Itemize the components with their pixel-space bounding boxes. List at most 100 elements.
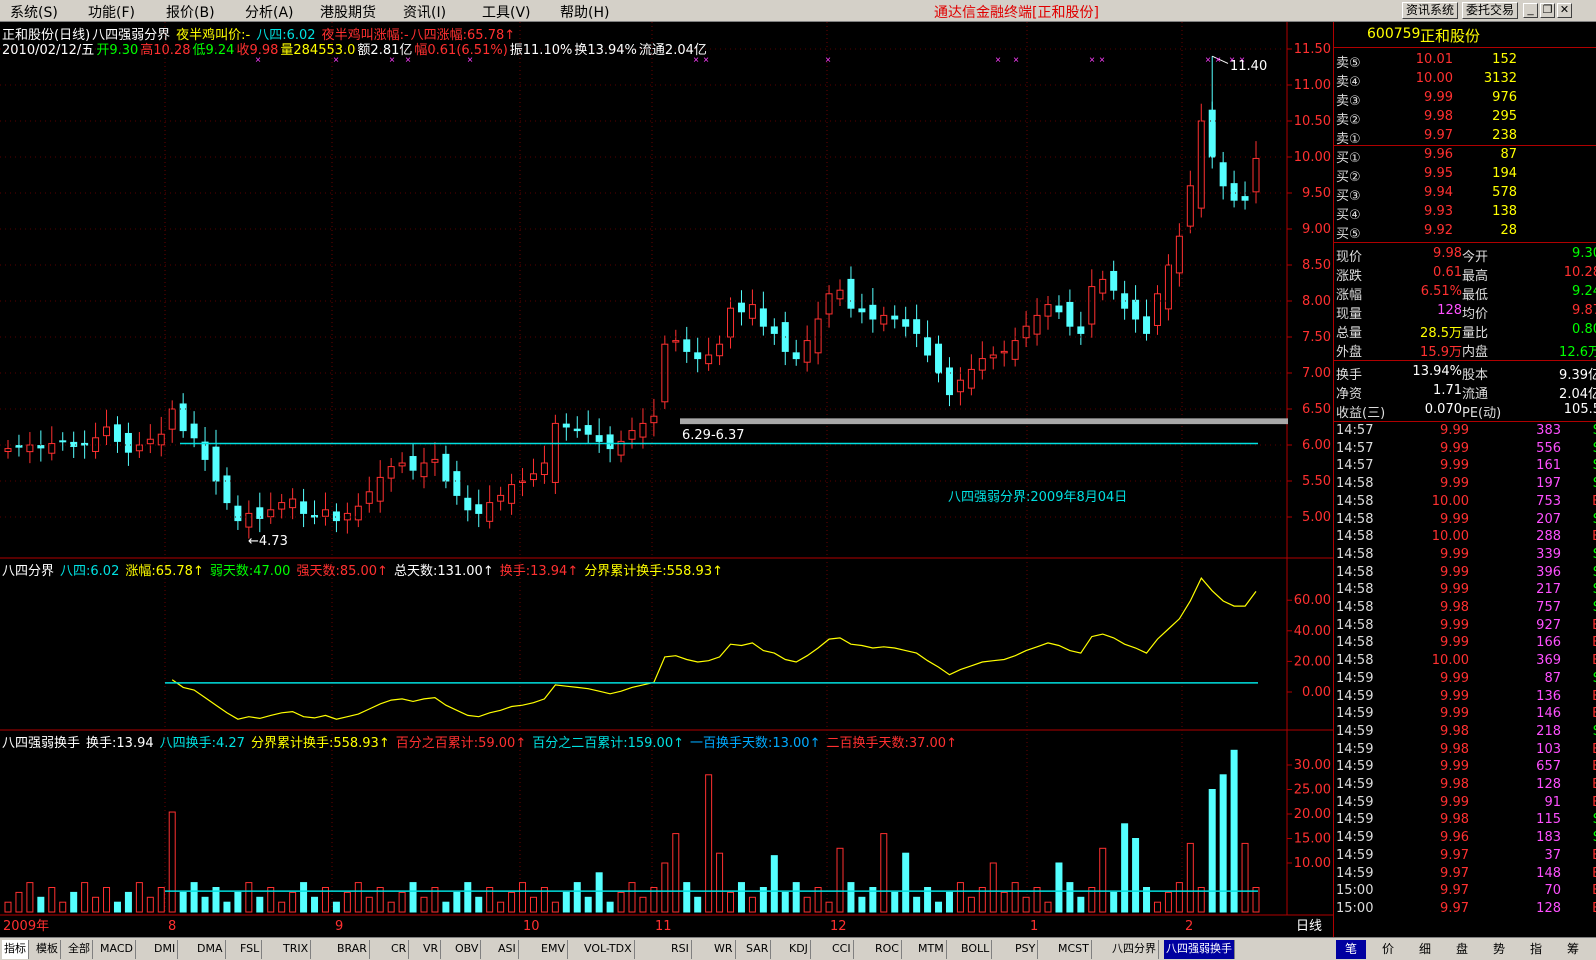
finance-label: 换手 bbox=[1336, 368, 1363, 383]
indicator-tab[interactable]: SAR bbox=[744, 940, 772, 959]
buy-level-row[interactable]: 买⑤ 9.92 28 bbox=[1334, 223, 1596, 242]
tick-price: 9.97 bbox=[1440, 865, 1469, 881]
turnover-bar bbox=[1121, 823, 1129, 913]
tick-price: 9.99 bbox=[1440, 423, 1469, 438]
indicator-tab[interactable]: DMA bbox=[195, 940, 226, 959]
menu-function[interactable]: 功能(F) bbox=[88, 2, 135, 22]
indicator-tab[interactable]: VR bbox=[421, 940, 442, 959]
panel-tab[interactable]: 笔 bbox=[1336, 940, 1366, 959]
tick-time: 14:58 bbox=[1336, 511, 1374, 527]
finance-row: 换手 13.94% 股本 9.39亿 bbox=[1334, 364, 1596, 383]
indicator-tab[interactable]: KDJ bbox=[787, 940, 811, 959]
candle-body bbox=[157, 433, 165, 446]
sell-level-row[interactable]: 卖④ 10.00 3132 bbox=[1334, 71, 1596, 90]
panel-tab[interactable]: 指 bbox=[1521, 940, 1551, 959]
menu-quote[interactable]: 报价(B) bbox=[166, 2, 215, 22]
buy-level-row[interactable]: 买① 9.96 87 bbox=[1334, 147, 1596, 166]
indicator-tab[interactable]: WR bbox=[712, 940, 736, 959]
close-icon[interactable]: ✕ bbox=[1557, 3, 1572, 18]
menu-help[interactable]: 帮助(H) bbox=[560, 2, 609, 22]
minimize-icon[interactable]: _ bbox=[1523, 3, 1538, 18]
indicator-tab[interactable]: EMV bbox=[539, 940, 568, 959]
indicator-tab[interactable]: BRAR bbox=[335, 940, 370, 959]
candle-body bbox=[508, 484, 516, 504]
candle-body bbox=[1132, 299, 1140, 320]
buy-level-row[interactable]: 买④ 9.93 138 bbox=[1334, 204, 1596, 223]
panel-tab[interactable]: 筹 bbox=[1558, 940, 1588, 959]
menu-tools[interactable]: 工具(V) bbox=[482, 2, 531, 22]
turnover-bar bbox=[617, 891, 625, 913]
tick-row: 14:599.96183S bbox=[1334, 830, 1596, 848]
menu-hk-futures[interactable]: 港股期货 bbox=[320, 2, 376, 22]
indicator-tab[interactable]: 模板 bbox=[34, 940, 61, 959]
tick-volume: 146 bbox=[1536, 706, 1561, 722]
candle-body bbox=[453, 471, 461, 496]
indicator-tab[interactable]: MACD bbox=[98, 940, 136, 959]
menu-info[interactable]: 资讯(I) bbox=[403, 2, 446, 22]
sell-level-row[interactable]: 卖⑤ 10.01 152 bbox=[1334, 52, 1596, 71]
finance-value: 9.39亿 bbox=[1559, 368, 1596, 383]
turnover-bar bbox=[672, 833, 680, 913]
date-axis-label: 12 bbox=[830, 919, 847, 934]
turnover-bar bbox=[464, 882, 472, 913]
candle-body bbox=[1022, 325, 1030, 339]
buy-volume: 194 bbox=[1492, 166, 1517, 181]
indicator-tab[interactable]: 八四分界 bbox=[1110, 940, 1159, 959]
tick-row: 14:59 9.99 146 B bbox=[1334, 706, 1596, 724]
indicator-tab[interactable]: PSY bbox=[1013, 940, 1039, 959]
menu-analysis[interactable]: 分析(A) bbox=[245, 2, 294, 22]
turnover-bar bbox=[332, 901, 340, 913]
indicator-tab[interactable]: 全部 bbox=[66, 940, 93, 959]
panel3-tick-label: 30.00 bbox=[1294, 758, 1331, 773]
indicator-tab[interactable]: 指标 bbox=[2, 940, 29, 959]
indicator-tab[interactable]: MTM bbox=[916, 940, 947, 959]
date-axis-label: 2 bbox=[1185, 919, 1193, 934]
tick-price: 9.97 bbox=[1440, 883, 1469, 899]
price-tick-label: 10.00 bbox=[1294, 150, 1331, 165]
indicator-tab[interactable]: BOLL bbox=[959, 940, 993, 959]
candle-body bbox=[989, 354, 997, 359]
indicator-tab[interactable]: OBV bbox=[453, 940, 482, 959]
tick-side: B bbox=[1592, 618, 1596, 633]
indicator-tab[interactable]: 八四强弱换手 bbox=[1164, 940, 1235, 959]
price-tick-label: 8.50 bbox=[1302, 258, 1331, 273]
tick-price: 9.99 bbox=[1440, 564, 1469, 580]
buy-volume: 138 bbox=[1492, 204, 1517, 219]
indicator-tab[interactable]: CR bbox=[389, 940, 410, 959]
indicator-tab[interactable]: DMI bbox=[152, 940, 179, 959]
candle-body bbox=[1175, 235, 1183, 274]
indicator-tab[interactable]: CCI bbox=[830, 940, 854, 959]
restore-icon[interactable]: ❐ bbox=[1540, 3, 1555, 18]
candle-body bbox=[737, 302, 745, 313]
indicator-tab[interactable]: RSI bbox=[669, 940, 692, 959]
menu-system[interactable]: 系统(S) bbox=[10, 2, 58, 22]
sell-level-row[interactable]: 卖② 9.98 295 bbox=[1334, 109, 1596, 128]
buy-level-row[interactable]: 买③ 9.94 578 bbox=[1334, 185, 1596, 204]
turnover-bar bbox=[278, 901, 286, 913]
indicator-tab[interactable]: VOL-TDX bbox=[582, 940, 635, 959]
panel-tab[interactable]: 势 bbox=[1484, 940, 1514, 959]
info-system-button[interactable]: 资讯系统 bbox=[1402, 2, 1459, 19]
indicator-tab[interactable]: ROC bbox=[873, 940, 902, 959]
indicator-tab[interactable]: FSL bbox=[238, 940, 263, 959]
sell-level-label: 卖② bbox=[1336, 113, 1361, 128]
panel-tab[interactable]: 盘 bbox=[1447, 940, 1477, 959]
tick-volume: 183 bbox=[1536, 830, 1561, 846]
trade-button[interactable]: 委托交易 bbox=[1462, 2, 1519, 19]
tick-row: 14:59 9.97 37 B bbox=[1334, 848, 1596, 866]
sell-level-row[interactable]: 卖① 9.97 238 bbox=[1334, 128, 1596, 147]
signal-marker: × bbox=[995, 55, 1001, 66]
tick-row: 14:589.99197S bbox=[1334, 476, 1596, 494]
indicator-tab[interactable]: TRIX bbox=[281, 940, 312, 959]
candle-body bbox=[420, 462, 428, 478]
panel2-strong-days: 强天数:85.00↑ bbox=[296, 564, 388, 579]
indicator-tab[interactable]: MCST bbox=[1056, 940, 1092, 959]
kline-chart[interactable]: × × × × × × × × × × × × × × × × 60.0040.0020.000.00 30.… bbox=[0, 22, 1333, 937]
sell-level-row[interactable]: 卖③ 9.99 976 bbox=[1334, 90, 1596, 109]
buy-level-row[interactable]: 买② 9.95 194 bbox=[1334, 166, 1596, 185]
candle-body bbox=[902, 319, 910, 327]
panel-tab[interactable]: 价 bbox=[1373, 940, 1403, 959]
panel-tab[interactable]: 细 bbox=[1410, 940, 1440, 959]
turnover-bar bbox=[891, 891, 899, 913]
indicator-tab[interactable]: ASI bbox=[496, 940, 519, 959]
